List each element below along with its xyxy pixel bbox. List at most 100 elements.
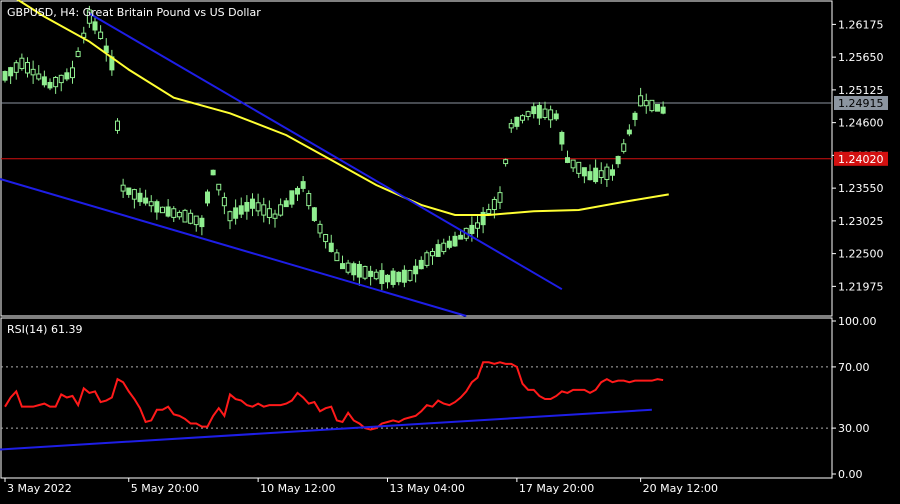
candle-bear [345,262,351,273]
chart-window[interactable]: 1.261751.256501.251251.246001.240751.235… [0,0,900,500]
chart-canvas[interactable]: 1.261751.256501.251251.246001.240751.235… [0,0,900,500]
candle-bull [469,224,475,234]
candle-bear [255,202,261,212]
candle-bull [250,198,255,209]
price-axis-label: 1.23550 [838,182,884,195]
candle-bear [261,204,267,216]
candle-bull [64,72,70,80]
candle-bull [328,242,334,253]
candle-bear [148,201,154,207]
candle-bull [390,270,396,285]
candle-bull [553,113,559,120]
candle-bull [536,104,542,119]
candle-bull [238,205,244,215]
candle-bull [311,207,317,221]
candle-bear [430,250,435,257]
candle-bear [216,183,222,191]
candle-bear [221,197,227,207]
candle-bull [452,235,458,247]
candle-bull [92,21,98,31]
candle-bull [660,106,666,114]
candle-bull [233,207,239,219]
candle-bear [520,115,525,121]
candle-bear [317,223,323,234]
candle-bear [508,123,514,129]
candle-bear [491,198,497,211]
candle-bear [604,166,610,181]
candle-bear [131,189,137,200]
candle-bull [205,191,210,204]
candle-bear [486,209,492,214]
rsi-axis-label: 70.00 [838,361,870,374]
candle-bear [272,213,278,219]
candle-bear [182,209,188,223]
candle-bear [36,73,42,80]
candle-bear [278,204,284,216]
candle-bull [368,270,374,277]
candle-bear [643,100,649,107]
rsi-axis-label: 0.00 [838,468,863,481]
candle-bull [351,263,357,276]
candle-bull [418,259,424,270]
candle-bull [615,155,621,165]
time-axis-label: 17 May 20:00 [519,482,594,495]
candle-bull [626,129,632,135]
candle-bear [25,62,30,74]
candle-bull [435,244,441,257]
candle-bull [396,271,402,283]
candle-bear [98,31,104,39]
price-axis-label: 1.24600 [838,117,884,130]
price-axis-label: 1.21975 [838,280,884,293]
candle-bull [199,217,205,228]
price-axis-label: 1.26175 [838,18,884,31]
candle-bull [458,234,464,240]
candle-bull [446,240,452,248]
candle-bull [413,265,419,275]
candle-bear [576,161,582,174]
price-axis-label: 1.25650 [838,51,884,64]
candle-bull [340,263,345,270]
candle-bull [379,270,385,284]
candle-bear [171,208,177,218]
candle-bear [542,108,548,118]
price-axis-label: 1.22500 [838,248,884,261]
candle-bull [165,206,171,217]
candle-bear [362,265,368,279]
candle-bear [70,67,75,79]
candle-bull [610,169,615,176]
candle-bull [244,201,250,212]
candle-bull [143,197,149,204]
candle-bear [475,222,480,229]
candle-bull [593,167,599,183]
time-axis-label: 20 May 12:00 [643,482,718,495]
candle-bull [283,200,289,208]
candle-bull [295,187,300,195]
time-axis-label: 13 May 04:00 [390,482,465,495]
candle-bear [570,159,576,169]
candle-bear [306,193,312,207]
candle-bear [497,192,503,203]
candle-bear [19,57,25,70]
price-axis-label: 1.23025 [838,215,884,228]
rsi-label: RSI(14) 61.39 [7,323,82,336]
time-axis-label: 5 May 20:00 [131,482,199,495]
candle-bear [598,170,604,178]
candle-bear [193,215,199,226]
candle-bull [385,274,390,283]
time-axis-label: 3 May 2022 [7,482,72,495]
candle-bear [227,211,233,222]
red-level-value: 1.24020 [838,153,884,166]
candle-bull [531,106,537,115]
candle-bear [441,242,447,253]
rsi-axis-label: 30.00 [838,422,870,435]
candle-bull [581,167,587,177]
candle-bull [565,157,570,163]
candle-bull [47,81,53,89]
candle-bull [559,131,565,145]
candle-bear [407,270,413,281]
time-axis-label: 10 May 12:00 [260,482,335,495]
candle-bear [424,252,430,266]
candle-bull [137,192,143,203]
candle-bull [655,103,660,112]
rsi-axis-label: 100.00 [838,315,877,328]
